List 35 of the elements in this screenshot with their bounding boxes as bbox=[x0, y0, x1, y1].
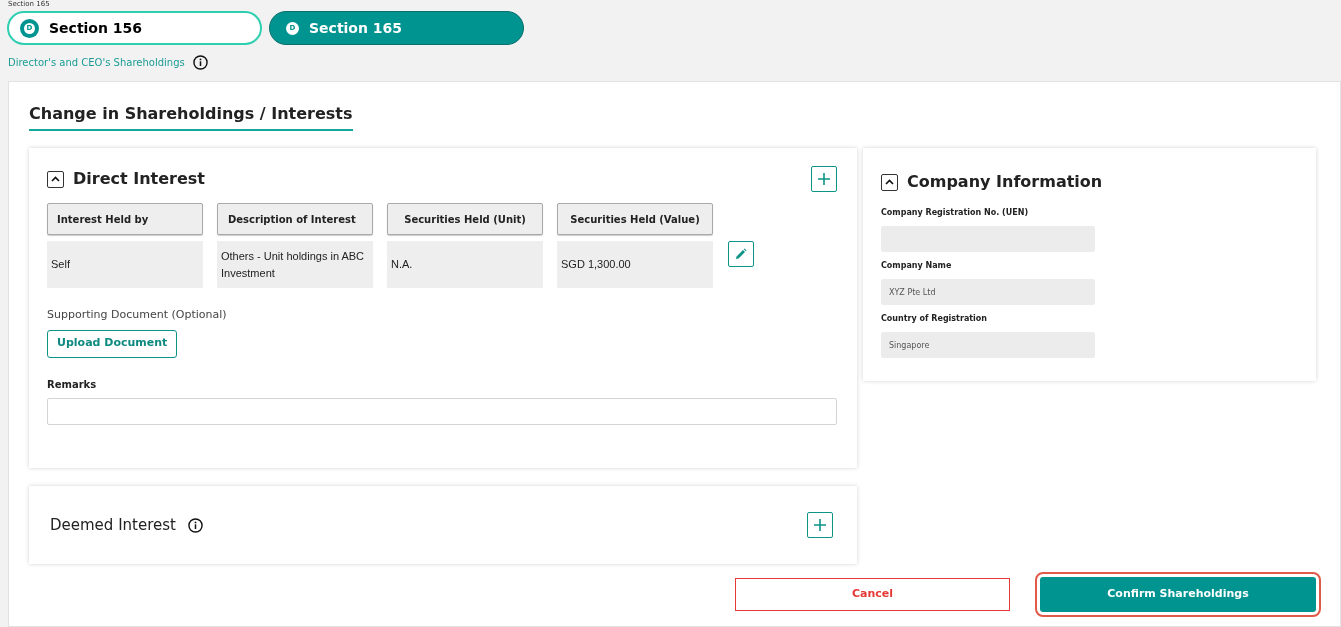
table-cell: Self bbox=[47, 241, 203, 288]
field-label: Supporting Document (Optional) bbox=[47, 307, 228, 323]
info-icon[interactable] bbox=[187, 517, 203, 533]
column-header: Securities Held (Unit) bbox=[387, 203, 543, 235]
field-label: Company Name bbox=[881, 260, 953, 272]
pencil-icon bbox=[735, 248, 747, 260]
section-title: Direct Interest bbox=[73, 168, 205, 190]
section-title: Company Information bbox=[907, 171, 1103, 193]
field-label: Remarks bbox=[47, 377, 98, 392]
field-label: Country of Registration bbox=[881, 313, 989, 325]
cancel-button[interactable]: Cancel bbox=[735, 578, 1010, 611]
section-title: Deemed Interest bbox=[50, 514, 176, 536]
add-button[interactable] bbox=[811, 166, 837, 192]
column-header: Securities Held (Value) bbox=[557, 203, 713, 235]
column-header: Description of Interest bbox=[217, 203, 373, 235]
chevron-up-icon bbox=[885, 179, 894, 185]
add-button[interactable] bbox=[807, 512, 833, 538]
table-cell: N.A. bbox=[387, 241, 543, 288]
plus-icon bbox=[813, 518, 827, 532]
readonly-field[interactable]: XYZ Pte Ltd bbox=[881, 279, 1095, 305]
chevron-up-icon bbox=[51, 176, 60, 182]
remarks-field[interactable] bbox=[47, 397, 837, 425]
collapse-toggle[interactable] bbox=[47, 170, 64, 188]
upload-button[interactable]: Upload Document bbox=[47, 329, 178, 358]
edit-button[interactable] bbox=[728, 241, 754, 267]
info-icon[interactable] bbox=[192, 54, 208, 70]
field-label: Company Registration No. (UEN) bbox=[881, 207, 1030, 219]
column-header: Interest Held by bbox=[47, 203, 203, 235]
page-title: Change in Shareholdings / Interests bbox=[29, 102, 353, 131]
plus-icon bbox=[817, 172, 831, 186]
collapse-toggle[interactable] bbox=[881, 173, 898, 191]
table-cell: Others - Unit holdings in ABC Investment bbox=[217, 241, 373, 288]
table-cell: SGD 1,300.00 bbox=[557, 241, 713, 288]
info-link[interactable]: Director's and CEO's Shareholdings bbox=[8, 54, 185, 70]
readonly-field[interactable]: Singapore bbox=[881, 332, 1095, 358]
